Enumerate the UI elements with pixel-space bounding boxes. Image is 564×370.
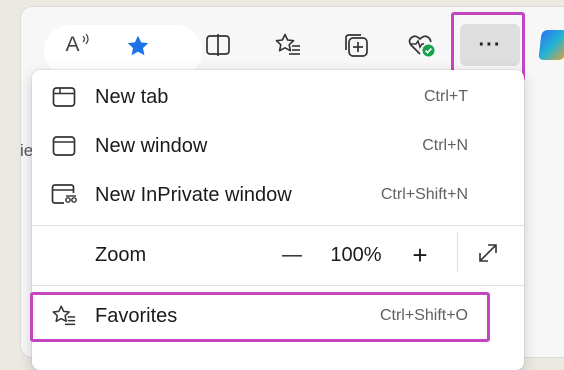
menu-item-shortcut: Ctrl+Shift+O bbox=[379, 307, 468, 324]
inprivate-icon bbox=[51, 182, 77, 208]
zoom-in-icon: + bbox=[412, 239, 428, 270]
read-aloud-glyph: A bbox=[65, 33, 80, 56]
menu-item-shortcut: Ctrl+Shift+N bbox=[380, 186, 468, 203]
menu-item-label: New window bbox=[95, 134, 208, 157]
browser-essentials-icon[interactable] bbox=[402, 25, 442, 65]
menu-item-shortcut: Ctrl+T bbox=[424, 88, 468, 105]
collections-icon[interactable] bbox=[336, 25, 376, 65]
menu-item-label: Favorites bbox=[95, 304, 178, 327]
zoom-separator bbox=[457, 232, 458, 272]
favorites-icon[interactable] bbox=[268, 25, 308, 65]
zoom-label: Zoom bbox=[95, 243, 147, 266]
split-screen-icon[interactable] bbox=[198, 25, 238, 65]
zoom-value: 100% bbox=[330, 243, 382, 266]
more-options-button[interactable]: ··· bbox=[460, 24, 520, 66]
copilot-icon[interactable] bbox=[538, 28, 564, 62]
read-aloud-icon[interactable]: A bbox=[58, 25, 98, 65]
menu-item-new-inprivate-window[interactable]: New InPrivate window Ctrl+Shift+N bbox=[32, 171, 524, 219]
fullscreen-button[interactable] bbox=[468, 236, 508, 276]
new-tab-icon bbox=[51, 84, 77, 110]
favorite-star-icon[interactable] bbox=[118, 26, 158, 66]
menu-item-new-window[interactable]: New window Ctrl+N bbox=[32, 122, 524, 170]
zoom-out-icon: — bbox=[282, 243, 302, 266]
fullscreen-icon bbox=[476, 241, 500, 271]
zoom-out-button[interactable]: — bbox=[272, 233, 312, 277]
menu-item-favorites[interactable]: Favorites Ctrl+Shift+O bbox=[32, 292, 524, 340]
more-options-icon: ··· bbox=[478, 33, 502, 56]
new-window-icon bbox=[51, 133, 77, 159]
menu-item-shortcut: Ctrl+N bbox=[422, 137, 468, 154]
menu-divider bbox=[32, 285, 524, 286]
menu-item-new-tab[interactable]: New tab Ctrl+T bbox=[32, 73, 524, 121]
zoom-in-button[interactable]: + bbox=[400, 233, 440, 277]
menu-item-label: New InPrivate window bbox=[95, 183, 292, 206]
menu-item-label: New tab bbox=[95, 85, 169, 108]
favorites-icon bbox=[51, 303, 77, 329]
more-options-menu: New tab Ctrl+T New window Ctrl+N New InP… bbox=[32, 70, 524, 370]
zoom-level: 100% bbox=[320, 233, 392, 277]
menu-divider bbox=[32, 225, 524, 226]
